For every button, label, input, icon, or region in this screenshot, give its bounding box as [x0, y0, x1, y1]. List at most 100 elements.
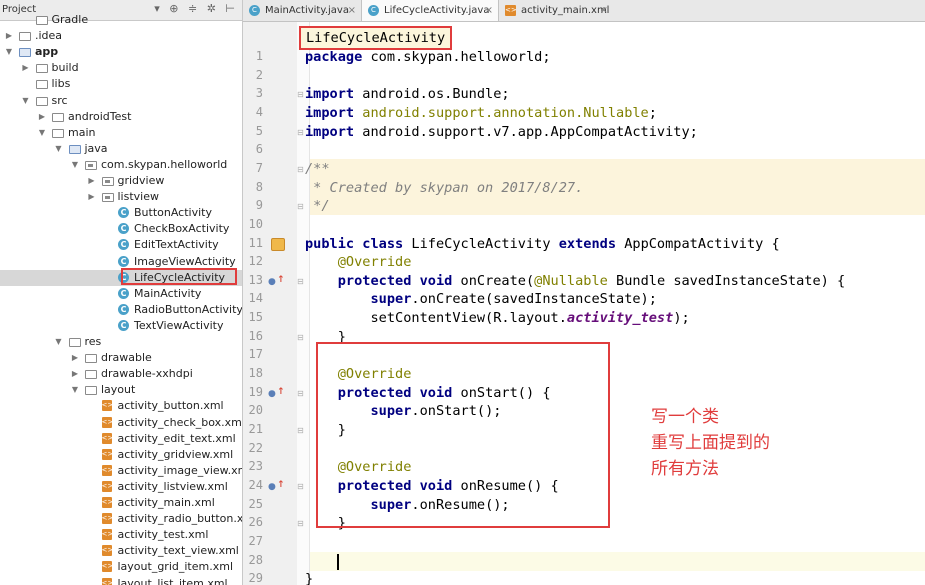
tree-item[interactable]: ▶ gridview	[0, 173, 242, 189]
tree-item[interactable]: libs	[0, 76, 242, 92]
collapsed-arrow-icon[interactable]: ▶	[87, 173, 97, 189]
code-line[interactable]: package com.skypan.helloworld;	[305, 49, 551, 65]
expanded-arrow-icon[interactable]: ▼	[4, 44, 14, 60]
tree-item[interactable]: <> activity_gridview.xml	[0, 447, 242, 463]
close-icon[interactable]: ×	[485, 0, 493, 21]
tree-item[interactable]: <> activity_listview.xml	[0, 479, 242, 495]
tab-lifecycleactivity[interactable]: C LifeCycleActivity.java ×	[361, 0, 499, 21]
fold-toggle-icon[interactable]: ⊟	[297, 277, 304, 286]
fold-toggle-icon[interactable]: ⊟	[297, 426, 304, 435]
tree-item[interactable]: C RadioButtonActivity	[0, 302, 242, 318]
tree-item[interactable]: ▶ .idea	[0, 28, 242, 44]
tree-item[interactable]: ▶ build	[0, 60, 242, 76]
fold-toggle-icon[interactable]: ⊟	[297, 482, 304, 491]
code-line[interactable]: /**	[305, 161, 330, 177]
tree-item[interactable]: C EditTextActivity	[0, 237, 242, 253]
tree-item[interactable]: C CheckBoxActivity	[0, 221, 242, 237]
code-line[interactable]: import android.support.v7.app.AppCompatA…	[305, 124, 698, 140]
expanded-arrow-icon[interactable]: ▼	[54, 334, 64, 350]
tree-item[interactable]: ▶ listview	[0, 189, 242, 205]
line-number: 10	[248, 216, 263, 231]
folder-icon	[52, 128, 64, 138]
close-icon[interactable]: ×	[348, 0, 356, 21]
code-line[interactable]: * Created by skypan on 2017/8/27.	[305, 180, 583, 196]
tree-item[interactable]: <> layout_grid_item.xml	[0, 559, 242, 575]
collapsed-arrow-icon[interactable]: ▶	[21, 60, 31, 76]
expanded-arrow-icon[interactable]: ▼	[54, 141, 64, 157]
line-number: 5	[255, 123, 263, 138]
tab-mainactivity[interactable]: C MainActivity.java ×	[243, 0, 361, 21]
collapsed-arrow-icon[interactable]: ▶	[4, 28, 14, 44]
code-line[interactable]: }	[305, 571, 313, 585]
tree-item[interactable]: C ButtonActivity	[0, 205, 242, 221]
collapsed-arrow-icon[interactable]: ▶	[70, 350, 80, 366]
code-line[interactable]: import android.support.annotation.Nullab…	[305, 105, 657, 121]
code-editor[interactable]: 1 2 3 4 5 6 7 8 9 10 11 12 13 ● ↑ 14 15 16 17 18 19 ● ↑ 20 21 22 2…	[243, 22, 925, 585]
expanded-arrow-icon[interactable]: ▼	[70, 157, 80, 173]
class-icon: C	[118, 239, 129, 251]
fold-toggle-icon[interactable]: ⊟	[297, 333, 304, 342]
collapsed-arrow-icon[interactable]: ▶	[70, 366, 80, 382]
code-line[interactable]: protected void onCreate(@Nullable Bundle…	[305, 273, 845, 289]
tree-item-label: com.skypan.helloworld	[101, 157, 228, 171]
fold-toggle-icon[interactable]: ⊟	[297, 519, 304, 528]
code-line[interactable]: import android.os.Bundle;	[305, 86, 510, 102]
tree-item-label: RadioButtonActivity	[134, 302, 243, 316]
tree-item[interactable]: ▶ androidTest	[0, 109, 242, 125]
expanded-arrow-icon[interactable]: ▼	[21, 93, 31, 109]
fold-toggle-icon[interactable]: ⊟	[297, 202, 304, 211]
tree-item[interactable]: <> layout_list_item.xml	[0, 576, 242, 585]
override-marker-icon[interactable]: ●	[268, 482, 276, 492]
fold-toggle-icon[interactable]: ⊟	[297, 128, 304, 137]
tree-item[interactable]: ▼ main	[0, 125, 242, 141]
tree-item[interactable]: ▼ src	[0, 93, 242, 109]
collapsed-arrow-icon[interactable]: ▶	[87, 189, 97, 205]
tree-item[interactable]: C MainActivity	[0, 286, 242, 302]
class-icon: C	[118, 303, 129, 315]
fold-toggle-icon[interactable]: ⊟	[297, 165, 304, 174]
tree-item[interactable]: Gradle	[0, 12, 242, 28]
implements-arrow-icon[interactable]: ↑	[277, 480, 285, 490]
tree-item[interactable]: ▶ drawable-xxhdpi	[0, 366, 242, 382]
tree-item[interactable]: C TextViewActivity	[0, 318, 242, 334]
expanded-arrow-icon[interactable]: ▼	[37, 125, 47, 141]
tree-item[interactable]: <> activity_edit_text.xml	[0, 431, 242, 447]
tree-item[interactable]: ▼ app	[0, 44, 242, 60]
tree-item-label: layout_grid_item.xml	[117, 560, 234, 574]
override-marker-icon[interactable]: ●	[268, 389, 276, 399]
line-number: 1	[255, 49, 263, 63]
tab-activity-main-xml[interactable]: <> activity_main.xml ×	[499, 0, 613, 21]
collapsed-arrow-icon[interactable]: ▶	[37, 109, 47, 125]
layout-link-icon[interactable]	[271, 237, 285, 251]
tree-item[interactable]: <> activity_text_view.xml	[0, 543, 242, 559]
fold-toggle-icon[interactable]: ⊟	[297, 389, 304, 398]
code-line[interactable]: super.onCreate(savedInstanceState);	[305, 291, 656, 307]
implements-arrow-icon[interactable]: ↑	[277, 275, 285, 285]
implements-arrow-icon[interactable]: ↑	[277, 387, 285, 397]
folder-icon	[35, 96, 48, 106]
line-number: 26	[248, 515, 263, 530]
code-line[interactable]: */	[305, 198, 329, 214]
code-line[interactable]: public class LifeCycleActivity extends A…	[305, 236, 780, 252]
tree-item[interactable]: <> activity_check_box.xml	[0, 415, 242, 431]
tree-item[interactable]: ▼ java	[0, 141, 242, 157]
expanded-arrow-icon[interactable]: ▼	[70, 382, 80, 398]
tree-item[interactable]: <> activity_button.xml	[0, 398, 242, 414]
close-icon[interactable]: ×	[600, 0, 608, 21]
tree-item[interactable]: ▼ res	[0, 334, 242, 350]
tree-item-label: activity_listview.xml	[117, 479, 228, 493]
tree-item[interactable]: ▼ layout	[0, 382, 242, 398]
tree-item[interactable]: <>activity_radio_button.xml	[0, 511, 242, 527]
xml-file-icon: <>	[101, 432, 114, 444]
fold-toggle-icon[interactable]: ⊟	[297, 90, 304, 99]
tree-item-label: activity_gridview.xml	[117, 447, 234, 461]
tree-item[interactable]: <> activity_test.xml	[0, 527, 242, 543]
code-line[interactable]: @Override	[305, 254, 412, 270]
override-marker-icon[interactable]: ●	[268, 277, 276, 287]
tree-item[interactable]: <> activity_image_view.xml	[0, 463, 242, 479]
tree-item[interactable]: <> activity_main.xml	[0, 495, 242, 511]
tree-item[interactable]: ▼ com.skypan.helloworld	[0, 157, 242, 173]
breadcrumb[interactable]: LifeCycleActivity	[299, 26, 453, 50]
tree-item[interactable]: ▶ drawable	[0, 350, 242, 366]
code-line[interactable]: setContentView(R.layout.activity_test);	[305, 310, 689, 326]
